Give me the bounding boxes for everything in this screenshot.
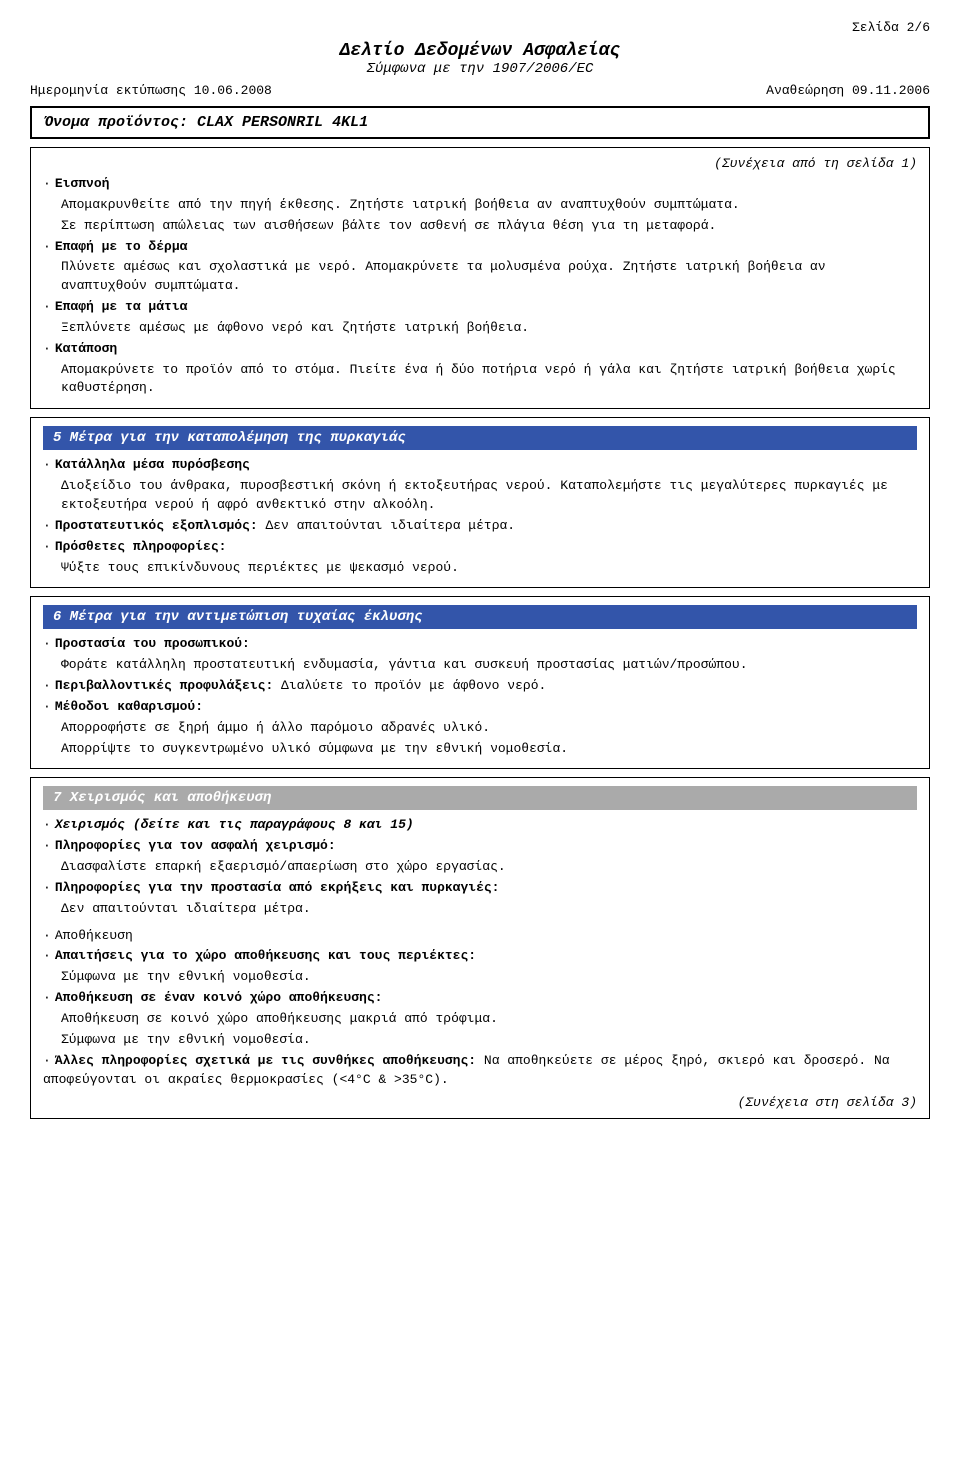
koinos-heading: Αποθήκευση σε έναν κοινό χώρο αποθήκευση… — [55, 990, 383, 1005]
section7-header: 7 Χειρισμός και αποθήκευση — [43, 786, 917, 810]
bullet-dot: · — [43, 299, 51, 314]
revision: Αναθεώρηση 09.11.2006 — [766, 83, 930, 98]
section7-koinos-text: Αποθήκευση σε κοινό χώρο αποθήκευσης μακ… — [43, 1010, 917, 1029]
pyros-heading: Κατάλληλα μέσα πυρόσβεσης — [55, 457, 250, 472]
alles-heading: Άλλες πληροφορίες σχετικά με τις συνθήκε… — [55, 1053, 476, 1068]
section4-katapoση-text: Απομακρύνετε το προϊόν από το στόμα. Πιε… — [43, 361, 917, 399]
prosthetes-heading: Πρόσθετες πληροφορίες: — [55, 539, 227, 554]
section4-eisp: · Εισπνοή — [43, 175, 917, 194]
section7-apothik-label: · Αποθήκευση — [43, 927, 917, 946]
revision-date: 09.11.2006 — [852, 83, 930, 98]
section5-prosthetes-text: Ψύξτε τους επικίνδυνους περιέκτες με ψεκ… — [43, 559, 917, 578]
bullet-dot: · — [43, 880, 51, 895]
product-label: Όνομα προϊόντος: — [44, 114, 188, 131]
bullet-dot: · — [43, 990, 51, 1005]
xeirismos-label: Χειρισμός (δείτε και τις παραγράφους 8 κ… — [55, 817, 414, 832]
matia-heading: Επαφή με τα μάτια — [55, 299, 188, 314]
section4-katapoση: · Κατάποση — [43, 340, 917, 359]
section7-apait-head: · Απαιτήσεις για το χώρο αποθήκευσης και … — [43, 947, 917, 966]
bullet-dot: · — [43, 928, 51, 943]
prostasia-heading: Προστασία του προσωπικού: — [55, 636, 250, 651]
section7-ekrhkseis-head: · Πληροφορίες για την προστασία από εκρήξ… — [43, 879, 917, 898]
section4-dermα: · Επαφή με το δέρμα — [43, 238, 917, 257]
section5-prostat: ·Προστατευτικός εξοπλισμός: Δεν απαιτούν… — [43, 517, 917, 536]
section7-koinos-head: · Αποθήκευση σε έναν κοινό χώρο αποθήκευσ… — [43, 989, 917, 1008]
bullet-dot: · — [43, 838, 51, 853]
section5: 5 Μέτρα για την καταπολέμηση της πυρκαγι… — [30, 417, 930, 588]
section7-pliroforier-text: Διασφαλίστε επαρκή εξαερισμό/απαερίωση σ… — [43, 858, 917, 877]
product-name-box: Όνομα προϊόντος: CLAX PERSONRIL 4KL1 — [30, 106, 930, 139]
section7-alles-head: · Άλλες πληροφορίες σχετικά με τις συνθήκ… — [43, 1052, 917, 1090]
section5-pyros: · Κατάλληλα μέσα πυρόσβεσης — [43, 456, 917, 475]
section6-header: 6 Μέτρα για την αντιμετώπιση τυχαίας έκλ… — [43, 605, 917, 629]
section7: 7 Χειρισμός και αποθήκευση · Χειρισμός (δ… — [30, 777, 930, 1119]
section4-matia-text: Ξεπλύνετε αμέσως με άφθονο νερό και ζητή… — [43, 319, 917, 338]
section6: 6 Μέτρα για την αντιμετώπιση τυχαίας έκλ… — [30, 596, 930, 769]
print-date-value: 10.06.2008 — [194, 83, 272, 98]
section5-prosthetes-head: · Πρόσθετες πληροφορίες: — [43, 538, 917, 557]
eisp-heading: Εισπνοή — [55, 176, 110, 191]
bullet-dot: · — [43, 457, 51, 472]
doc-meta: Ημερομηνία εκτύπωσης 10.06.2008 Αναθεώρη… — [30, 83, 930, 98]
methodos-heading: Μέθοδοι καθαρισμού: — [55, 699, 203, 714]
page-number: Σελίδα 2/6 — [852, 20, 930, 35]
section7-apait-text: Σύμφωνα με την εθνική νομοθεσία. — [43, 968, 917, 987]
doc-subtitle: Σύμφωνα με την 1907/2006/EC — [30, 61, 930, 77]
section7-koinos-text2: Σύμφωνα με την εθνική νομοθεσία. — [43, 1031, 917, 1050]
section4-matia: · Επαφή με τα μάτια — [43, 298, 917, 317]
section6-methodos-text: Απορροφήστε σε ξηρή άμμο ή άλλο παρόμοιο… — [43, 719, 917, 738]
prostat-heading: Προστατευτικός εξοπλισμός: — [55, 518, 258, 533]
bullet-dot: · — [43, 341, 51, 356]
revision-label: Αναθεώρηση — [766, 83, 844, 98]
section6-perivallont: ·Περιβαλλοντικές προφυλάξεις: Διαλύετε τ… — [43, 677, 917, 696]
bullet-dot: · — [43, 678, 51, 693]
page-header: Σελίδα 2/6 — [30, 20, 930, 35]
product-name: CLAX PERSONRIL 4KL1 — [197, 114, 368, 131]
section4-eisp-text: Απομακρυνθείτε από την πηγή έκθεσης. Ζητ… — [43, 196, 917, 215]
section4-derma-text: Πλύνετε αμέσως και σχολαστικά με νερό. Α… — [43, 258, 917, 296]
continued-from: (Συνέχεια από τη σελίδα 1) — [43, 156, 917, 171]
pliroforier-heading: Πληροφορίες για τον ασφαλή χειρισμό: — [55, 838, 336, 853]
bullet-dot: · — [43, 636, 51, 651]
section5-pyros-text: Διοξείδιο του άνθρακα, πυροσβεστική σκόν… — [43, 477, 917, 515]
derma-heading: Επαφή με το δέρμα — [55, 239, 188, 254]
bullet-dot: · — [43, 817, 51, 832]
ekrhkseis-heading: Πληροφορίες για την προστασία από εκρήξε… — [55, 880, 500, 895]
section7-ekrhkseis-text: Δεν απαιτούνται ιδιαίτερα μέτρα. — [43, 900, 917, 919]
section6-prostasia-text: Φοράτε κατάλληλη προστατευτική ενδυμασία… — [43, 656, 917, 675]
doc-title: Δελτίο Δεδομένων Ασφαλείας — [30, 41, 930, 61]
section6-methodos-text2: Απορρίψτε το συγκεντρωμένο υλικό σύμφωνα… — [43, 740, 917, 759]
section4-content: (Συνέχεια από τη σελίδα 1) · Εισπνοή Απομ… — [30, 147, 930, 409]
section6-methodos-head: · Μέθοδοι καθαρισμού: — [43, 698, 917, 717]
section4-eisp-text2: Σε περίπτωση απώλειας των αισθήσεων βάλτ… — [43, 217, 917, 236]
bullet-dot: · — [43, 539, 51, 554]
section7-xeirismos: · Χειρισμός (δείτε και τις παραγράφους 8 … — [43, 816, 917, 835]
bullet-dot: · — [43, 699, 51, 714]
section7-pliroforier-head: · Πληροφορίες για τον ασφαλή χειρισμό: — [43, 837, 917, 856]
perivallont-heading: Περιβαλλοντικές προφυλάξεις: — [55, 678, 273, 693]
bullet-dot: · — [43, 948, 51, 963]
print-date-label: Ημερομηνία εκτύπωσης — [30, 83, 186, 98]
doc-title-block: Δελτίο Δεδομένων Ασφαλείας Σύμφωνα με τη… — [30, 41, 930, 77]
section6-prostasia-head: · Προστασία του προσωπικού: — [43, 635, 917, 654]
apait-heading: Απαιτήσεις για το χώρο αποθήκευσης και τ… — [55, 948, 476, 963]
bullet-dot: · — [43, 176, 51, 191]
bullet-dot: · — [43, 1053, 51, 1068]
bullet-dot: · — [43, 518, 51, 533]
section5-header: 5 Μέτρα για την καταπολέμηση της πυρκαγι… — [43, 426, 917, 450]
apothik-plain: Αποθήκευση — [55, 928, 133, 943]
continued-next: (Συνέχεια στη σελίδα 3) — [43, 1095, 917, 1110]
bullet-dot: · — [43, 239, 51, 254]
print-date: Ημερομηνία εκτύπωσης 10.06.2008 — [30, 83, 272, 98]
katapoση-heading: Κατάποση — [55, 341, 117, 356]
